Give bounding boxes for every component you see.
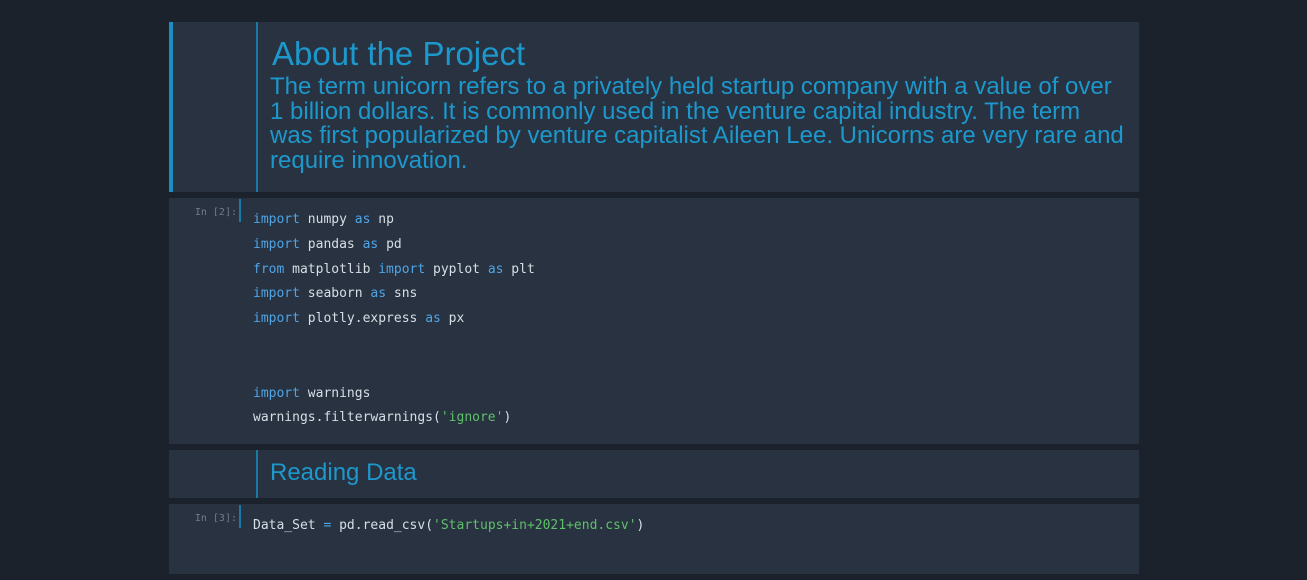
input-prompt: In [2]: (194, 207, 237, 218)
code-line: Data_Set = pd.read_csv('Startups+in+2021… (253, 518, 645, 533)
about-heading: About the Project (272, 35, 526, 72)
markdown-rendered: About the Project The term unicorn refer… (256, 22, 1139, 192)
code-line: import pandas as pd (253, 236, 402, 252)
code-editor[interactable]: import numpy as np import pandas as pd fro… (241, 198, 1139, 444)
code-cell-imports[interactable]: In [2]: import numpy as np import pandas … (169, 198, 1139, 444)
markdown-cell-about[interactable]: About the Project The term unicorn refer… (169, 22, 1139, 192)
code-line: import plotly.express as px (253, 311, 465, 327)
markdown-rendered: Reading Data (256, 450, 1139, 498)
code-editor[interactable]: Data_Set = pd.read_csv('Startups+in+2021… (241, 504, 1139, 574)
code-line: import numpy as np (253, 212, 394, 227)
notebook: About the Project The term unicorn refer… (169, 22, 1139, 580)
about-paragraph: The term unicorn refers to a privately h… (270, 73, 1124, 174)
code-line: import warnings (253, 385, 371, 401)
code-cell-read-csv[interactable]: In [3]: Data_Set = pd.read_csv('Startups… (169, 504, 1139, 574)
reading-heading: Reading Data (270, 459, 417, 486)
input-prompt: In [3]: (194, 513, 237, 524)
markdown-cell-reading[interactable]: Reading Data (169, 450, 1139, 498)
code-line: warnings.filterwarnings('ignore') (253, 410, 512, 426)
code-line: from matplotlib import pyplot as plt (253, 261, 535, 277)
code-line: import seaborn as sns (253, 286, 418, 302)
